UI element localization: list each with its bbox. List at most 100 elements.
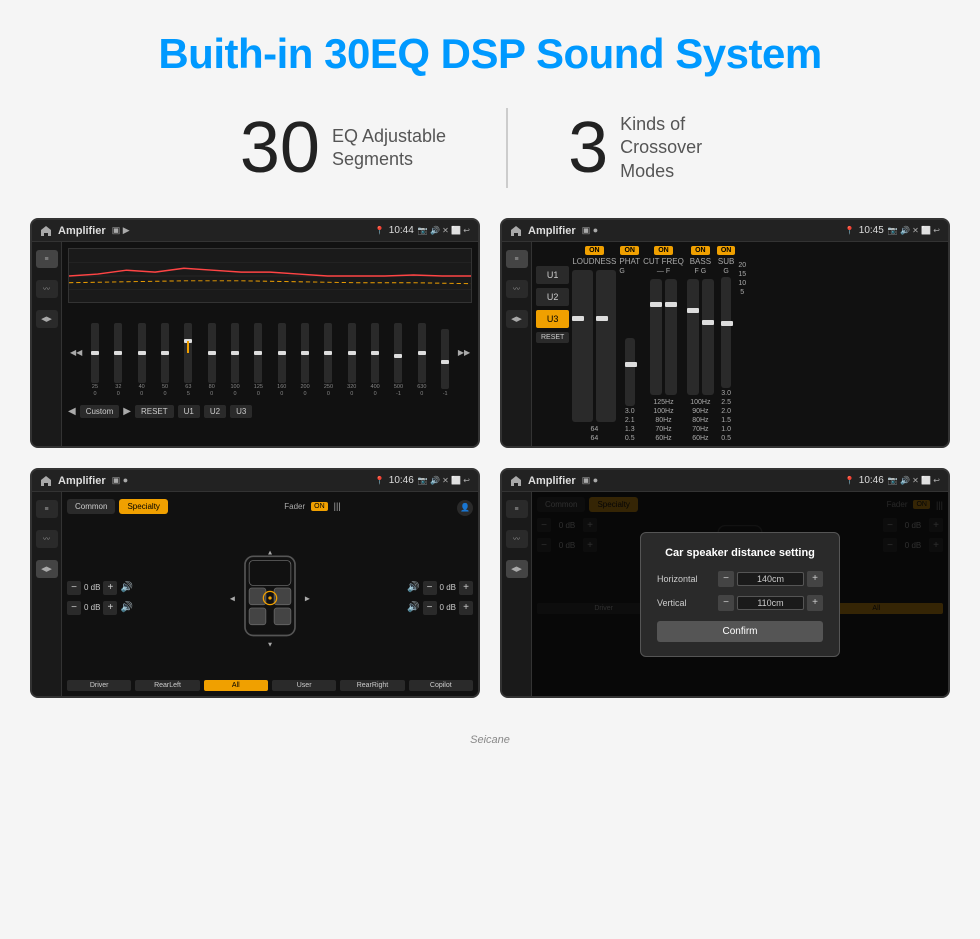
page-title: Buith-in 30EQ DSP Sound System — [138, 0, 841, 98]
screen4-sidebar: ≡ 〰 ◀▶ — [502, 492, 532, 696]
eq-band-25[interactable]: 250 — [84, 323, 105, 397]
spk-rearright-btn[interactable]: RearRight — [340, 680, 404, 691]
bass-slider2[interactable] — [702, 279, 714, 395]
horizontal-minus-btn[interactable]: − — [718, 571, 734, 587]
cross-preset-u3[interactable]: U3 — [536, 310, 569, 328]
cross-cutfreq: ON CUT FREQ —F 1 — [643, 246, 684, 442]
screen1-main: ◀◀ 250 320 400 500 635 800 1000 1250 160… — [62, 242, 478, 446]
confirm-button[interactable]: Confirm — [657, 621, 823, 642]
horizontal-plus-btn[interactable]: + — [807, 571, 823, 587]
eq-band-32[interactable]: 320 — [108, 323, 129, 397]
cross-preset-u1[interactable]: U1 — [536, 266, 569, 284]
db-minus-rl[interactable]: − — [67, 601, 81, 615]
cutfreq-on[interactable]: ON — [654, 246, 673, 255]
eq-band-200[interactable]: 2000 — [294, 323, 315, 397]
bass-on[interactable]: ON — [691, 246, 710, 255]
sidebar-eq-btn[interactable]: ≡ — [36, 250, 58, 268]
db-row-fr: 🔊 − 0 dB + — [407, 581, 473, 595]
eq-band-500[interactable]: 500-1 — [388, 323, 409, 397]
eq-band-125[interactable]: 1250 — [248, 323, 269, 397]
eq-u2-btn[interactable]: U2 — [204, 405, 226, 418]
eq-custom-btn[interactable]: Custom — [80, 405, 120, 418]
loudness-slider[interactable] — [572, 270, 593, 422]
eq-u3-btn[interactable]: U3 — [230, 405, 252, 418]
screen3-sidebar: ≡ 〰 ◀▶ — [32, 492, 62, 696]
eq-band-630a[interactable]: 6300 — [411, 323, 432, 397]
loudness-slider2[interactable] — [596, 270, 617, 422]
cross-bass: ON BASS F G 100Hz 90Hz — [687, 246, 714, 442]
cutfreq-slider2[interactable] — [665, 279, 677, 395]
screen3-body: ≡ 〰 ◀▶ Common Specialty Fader ON ||| 👤 — [32, 492, 478, 696]
screen-speaker: Amplifier ▣ ● 📍 10:46 📷 🔊 ✕ ⬜ ↩ ≡ 〰 ◀▶ C… — [30, 468, 480, 698]
stat-crossover: 3 Kinds ofCrossover Modes — [508, 112, 800, 184]
cross-preset-u2[interactable]: U2 — [536, 288, 569, 306]
dialog-vertical-row: Vertical − 110cm + — [657, 595, 823, 611]
screen3-title: Amplifier — [58, 475, 106, 487]
db-plus-rl[interactable]: + — [103, 601, 117, 615]
eq-band-50[interactable]: 500 — [154, 323, 175, 397]
db-row-fl: − 0 dB + 🔊 — [67, 581, 133, 595]
eq-reset-btn[interactable]: RESET — [135, 405, 174, 418]
sub-slider[interactable] — [721, 277, 731, 388]
fader-on-badge[interactable]: ON — [311, 502, 328, 511]
watermark: Seicane — [470, 728, 510, 756]
eq-u1-btn[interactable]: U1 — [178, 405, 200, 418]
eq-band-40[interactable]: 400 — [131, 323, 152, 397]
sidebar3-spk-btn[interactable]: ◀▶ — [36, 560, 58, 578]
speaker-tab-common[interactable]: Common — [67, 499, 115, 514]
db-row-rr: 🔊 − 0 dB + — [407, 601, 473, 615]
loudness-on[interactable]: ON — [585, 246, 604, 255]
sidebar3-eq-btn[interactable]: ≡ — [36, 500, 58, 518]
eq-band-320[interactable]: 3200 — [341, 323, 362, 397]
db-minus-fr[interactable]: − — [423, 581, 437, 595]
home-icon-4[interactable] — [510, 475, 522, 487]
db-plus-fr[interactable]: + — [459, 581, 473, 595]
eq-band-100[interactable]: 1000 — [224, 323, 245, 397]
phat-slider[interactable] — [625, 338, 635, 406]
spk-rearleft-btn[interactable]: RearLeft — [135, 680, 199, 691]
spk-driver-btn[interactable]: Driver — [67, 680, 131, 691]
distance-dialog: Car speaker distance setting Horizontal … — [640, 532, 840, 657]
db-plus-fl[interactable]: + — [103, 581, 117, 595]
db-plus-rr[interactable]: + — [459, 601, 473, 615]
sidebar4-eq-btn[interactable]: ≡ — [506, 500, 528, 518]
sidebar4-spk-btn[interactable]: ◀▶ — [506, 560, 528, 578]
sidebar3-wave-btn[interactable]: 〰 — [36, 530, 58, 548]
sidebar4-wave-btn[interactable]: 〰 — [506, 530, 528, 548]
eq-band-80[interactable]: 800 — [201, 323, 222, 397]
bass-slider[interactable] — [687, 279, 699, 395]
db-val-rr: 0 dB — [440, 603, 456, 612]
screen4-time: 10:46 — [859, 475, 884, 486]
speaker-right-ctrl: 🔊 − 0 dB + 🔊 − 0 dB + — [407, 581, 473, 615]
home-icon[interactable] — [40, 225, 52, 237]
eq-band-400[interactable]: 4000 — [364, 323, 385, 397]
sidebar2-eq-btn[interactable]: ≡ — [506, 250, 528, 268]
screen2-time: 10:45 — [859, 225, 884, 236]
speaker-tab-specialty[interactable]: Specialty — [119, 499, 167, 514]
horizontal-value: 140cm — [737, 572, 804, 586]
spk-user-btn[interactable]: User — [272, 680, 336, 691]
vertical-plus-btn[interactable]: + — [807, 595, 823, 611]
eq-band-630b[interactable]: -1 — [434, 329, 455, 397]
home-icon-2[interactable] — [510, 225, 522, 237]
sidebar-vol-btn[interactable]: ◀▶ — [36, 310, 58, 328]
sidebar2-wave-btn[interactable]: 〰 — [506, 280, 528, 298]
eq-next-btn[interactable]: ▶ — [123, 406, 131, 417]
cross-reset-btn[interactable]: RESET — [536, 332, 569, 343]
home-icon-3[interactable] — [40, 475, 52, 487]
phat-on[interactable]: ON — [620, 246, 639, 255]
eq-prev-btn[interactable]: ◀ — [68, 406, 76, 417]
vertical-minus-btn[interactable]: − — [718, 595, 734, 611]
db-minus-fl[interactable]: − — [67, 581, 81, 595]
eq-band-160[interactable]: 1600 — [271, 323, 292, 397]
sidebar2-vol-btn[interactable]: ◀▶ — [506, 310, 528, 328]
sub-on[interactable]: ON — [717, 246, 736, 255]
eq-band-250[interactable]: 2500 — [318, 323, 339, 397]
db-minus-rr[interactable]: − — [423, 601, 437, 615]
sidebar-wave-btn[interactable]: 〰 — [36, 280, 58, 298]
eq-band-63[interactable]: 635 — [178, 323, 199, 397]
spk-all-btn[interactable]: All — [204, 680, 268, 691]
cutfreq-slider[interactable] — [650, 279, 662, 395]
profile-icon[interactable]: 👤 — [457, 500, 473, 516]
spk-copilot-btn[interactable]: Copilot — [409, 680, 473, 691]
